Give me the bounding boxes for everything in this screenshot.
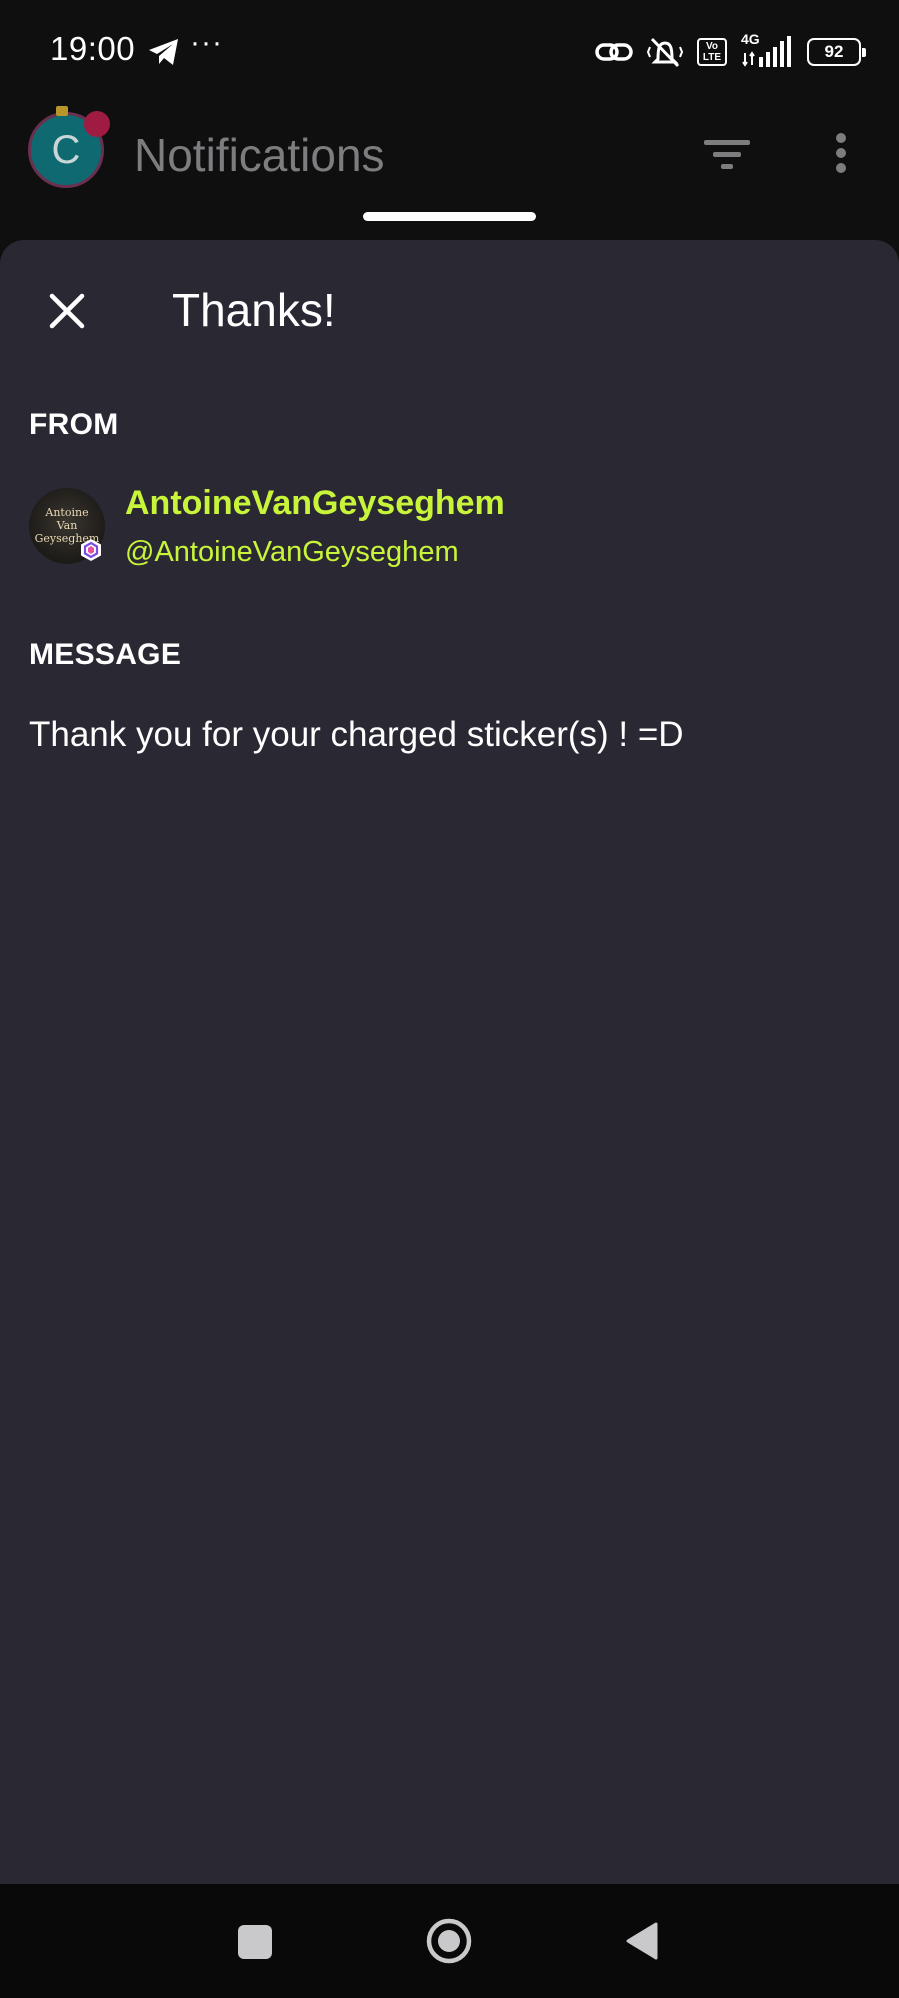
status-bar: 19:00 ··· Vo LTE 4G 92: [0, 0, 899, 100]
sheet-title: Thanks!: [172, 284, 336, 336]
back-button[interactable]: [624, 1921, 660, 1961]
filter-icon[interactable]: [704, 136, 750, 172]
sender-name[interactable]: AntoineVanGeyseghem: [125, 484, 505, 523]
page-title: Notifications: [134, 129, 385, 181]
battery-icon: 92: [807, 38, 866, 66]
close-button[interactable]: [40, 284, 94, 338]
battery-level: 92: [824, 42, 844, 61]
status-icons: Vo LTE 4G 92: [595, 31, 866, 70]
sender-handle[interactable]: @AntoineVanGeyseghem: [125, 536, 459, 569]
recent-apps-button[interactable]: [238, 1925, 272, 1959]
from-label: FROM: [29, 408, 119, 441]
volte-icon: Vo LTE: [697, 38, 727, 66]
more-options-icon[interactable]: [830, 130, 852, 176]
status-time: 19:00: [50, 30, 136, 67]
signal-icon: 4G: [741, 31, 793, 69]
message-text: Thank you for your charged sticker(s) ! …: [29, 715, 684, 754]
vibrate-silent-icon: [647, 37, 683, 68]
notification-dot: [84, 111, 110, 137]
sheet-drag-handle[interactable]: [363, 212, 536, 221]
lock-icon: [56, 106, 68, 116]
telegram-icon: [149, 39, 178, 65]
home-button[interactable]: [425, 1917, 473, 1965]
message-label: MESSAGE: [29, 638, 182, 671]
avatar-line-1: Antoine: [45, 506, 89, 519]
avatar-line-2: Van: [56, 519, 78, 532]
hexagon-badge-icon: [81, 539, 101, 561]
close-icon: [49, 293, 85, 329]
notification-overflow-icon: ···: [190, 26, 223, 59]
link-icon: [595, 43, 633, 61]
